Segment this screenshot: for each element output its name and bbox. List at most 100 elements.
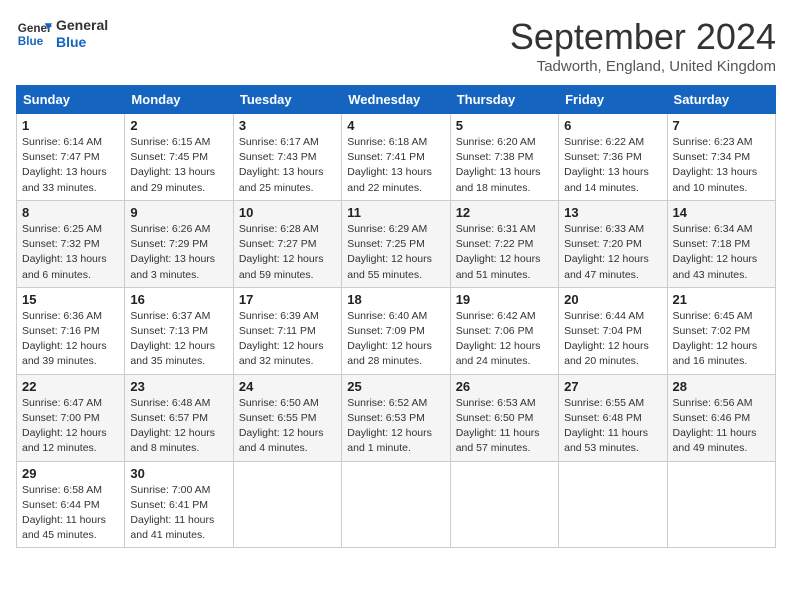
day-detail: Sunrise: 6:31 AM Sunset: 7:22 PM Dayligh… <box>456 222 553 283</box>
week-row-4: 22 Sunrise: 6:47 AM Sunset: 7:00 PM Dayli… <box>17 374 776 461</box>
day-number: 20 <box>564 292 661 307</box>
day-detail: Sunrise: 6:18 AM Sunset: 7:41 PM Dayligh… <box>347 135 444 196</box>
day-detail: Sunrise: 6:23 AM Sunset: 7:34 PM Dayligh… <box>673 135 770 196</box>
col-header-thursday: Thursday <box>450 86 558 114</box>
day-detail: Sunrise: 6:55 AM Sunset: 6:48 PM Dayligh… <box>564 396 661 457</box>
day-number: 8 <box>22 205 119 220</box>
day-cell: 23 Sunrise: 6:48 AM Sunset: 6:57 PM Dayli… <box>125 374 233 461</box>
day-detail: Sunrise: 6:58 AM Sunset: 6:44 PM Dayligh… <box>22 483 119 544</box>
week-row-3: 15 Sunrise: 6:36 AM Sunset: 7:16 PM Dayli… <box>17 287 776 374</box>
col-header-monday: Monday <box>125 86 233 114</box>
day-cell: 30Sunrise: 7:00 AM Sunset: 6:41 PM Dayli… <box>125 461 233 548</box>
col-header-tuesday: Tuesday <box>233 86 341 114</box>
day-number: 26 <box>456 379 553 394</box>
day-number: 5 <box>456 118 553 133</box>
day-cell: 11 Sunrise: 6:29 AM Sunset: 7:25 PM Dayli… <box>342 200 450 287</box>
week-row-1: 1 Sunrise: 6:14 AM Sunset: 7:47 PM Daylig… <box>17 114 776 201</box>
day-cell <box>559 461 667 548</box>
day-number: 6 <box>564 118 661 133</box>
calendar-header-row: SundayMondayTuesdayWednesdayThursdayFrid… <box>17 86 776 114</box>
col-header-friday: Friday <box>559 86 667 114</box>
day-detail: Sunrise: 6:53 AM Sunset: 6:50 PM Dayligh… <box>456 396 553 457</box>
day-number: 11 <box>347 205 444 220</box>
day-cell: 3 Sunrise: 6:17 AM Sunset: 7:43 PM Daylig… <box>233 114 341 201</box>
week-row-2: 8 Sunrise: 6:25 AM Sunset: 7:32 PM Daylig… <box>17 200 776 287</box>
day-detail: Sunrise: 6:56 AM Sunset: 6:46 PM Dayligh… <box>673 396 770 457</box>
day-detail: Sunrise: 6:48 AM Sunset: 6:57 PM Dayligh… <box>130 396 227 457</box>
day-cell: 8 Sunrise: 6:25 AM Sunset: 7:32 PM Daylig… <box>17 200 125 287</box>
day-number: 15 <box>22 292 119 307</box>
day-detail: Sunrise: 6:52 AM Sunset: 6:53 PM Dayligh… <box>347 396 444 457</box>
day-detail: Sunrise: 6:28 AM Sunset: 7:27 PM Dayligh… <box>239 222 336 283</box>
day-number: 27 <box>564 379 661 394</box>
svg-text:Blue: Blue <box>18 35 44 48</box>
day-number: 19 <box>456 292 553 307</box>
day-detail: Sunrise: 6:47 AM Sunset: 7:00 PM Dayligh… <box>22 396 119 457</box>
day-cell <box>233 461 341 548</box>
day-detail: Sunrise: 6:40 AM Sunset: 7:09 PM Dayligh… <box>347 309 444 370</box>
day-detail: Sunrise: 6:26 AM Sunset: 7:29 PM Dayligh… <box>130 222 227 283</box>
day-cell <box>342 461 450 548</box>
day-detail: Sunrise: 6:50 AM Sunset: 6:55 PM Dayligh… <box>239 396 336 457</box>
day-cell: 24 Sunrise: 6:50 AM Sunset: 6:55 PM Dayli… <box>233 374 341 461</box>
day-cell <box>667 461 775 548</box>
day-number: 10 <box>239 205 336 220</box>
day-cell: 25 Sunrise: 6:52 AM Sunset: 6:53 PM Dayli… <box>342 374 450 461</box>
day-number: 30 <box>130 466 227 481</box>
day-number: 23 <box>130 379 227 394</box>
day-cell: 4 Sunrise: 6:18 AM Sunset: 7:41 PM Daylig… <box>342 114 450 201</box>
day-detail: Sunrise: 6:20 AM Sunset: 7:38 PM Dayligh… <box>456 135 553 196</box>
day-cell: 27 Sunrise: 6:55 AM Sunset: 6:48 PM Dayli… <box>559 374 667 461</box>
day-detail: Sunrise: 6:39 AM Sunset: 7:11 PM Dayligh… <box>239 309 336 370</box>
day-number: 18 <box>347 292 444 307</box>
day-cell: 6 Sunrise: 6:22 AM Sunset: 7:36 PM Daylig… <box>559 114 667 201</box>
day-detail: Sunrise: 6:45 AM Sunset: 7:02 PM Dayligh… <box>673 309 770 370</box>
day-detail: Sunrise: 6:14 AM Sunset: 7:47 PM Dayligh… <box>22 135 119 196</box>
day-cell: 13Sunrise: 6:33 AM Sunset: 7:20 PM Dayli… <box>559 200 667 287</box>
location-title: Tadworth, England, United Kingdom <box>510 58 776 75</box>
day-detail: Sunrise: 6:22 AM Sunset: 7:36 PM Dayligh… <box>564 135 661 196</box>
day-detail: Sunrise: 6:42 AM Sunset: 7:06 PM Dayligh… <box>456 309 553 370</box>
day-cell: 22 Sunrise: 6:47 AM Sunset: 7:00 PM Dayli… <box>17 374 125 461</box>
day-detail: Sunrise: 6:15 AM Sunset: 7:45 PM Dayligh… <box>130 135 227 196</box>
col-header-sunday: Sunday <box>17 86 125 114</box>
day-detail: Sunrise: 6:29 AM Sunset: 7:25 PM Dayligh… <box>347 222 444 283</box>
day-detail: Sunrise: 6:37 AM Sunset: 7:13 PM Dayligh… <box>130 309 227 370</box>
day-cell: 15 Sunrise: 6:36 AM Sunset: 7:16 PM Dayli… <box>17 287 125 374</box>
day-number: 28 <box>673 379 770 394</box>
day-number: 1 <box>22 118 119 133</box>
day-number: 7 <box>673 118 770 133</box>
col-header-wednesday: Wednesday <box>342 86 450 114</box>
logo: General Blue General Blue <box>16 16 108 52</box>
day-cell: 1 Sunrise: 6:14 AM Sunset: 7:47 PM Daylig… <box>17 114 125 201</box>
logo-general: General <box>56 17 108 34</box>
week-row-5: 29Sunrise: 6:58 AM Sunset: 6:44 PM Dayli… <box>17 461 776 548</box>
day-detail: Sunrise: 6:34 AM Sunset: 7:18 PM Dayligh… <box>673 222 770 283</box>
day-number: 24 <box>239 379 336 394</box>
logo-icon: General Blue <box>16 16 52 52</box>
day-cell: 21Sunrise: 6:45 AM Sunset: 7:02 PM Dayli… <box>667 287 775 374</box>
day-cell: 17 Sunrise: 6:39 AM Sunset: 7:11 PM Dayli… <box>233 287 341 374</box>
day-detail: Sunrise: 6:36 AM Sunset: 7:16 PM Dayligh… <box>22 309 119 370</box>
day-cell: 9 Sunrise: 6:26 AM Sunset: 7:29 PM Daylig… <box>125 200 233 287</box>
day-detail: Sunrise: 6:33 AM Sunset: 7:20 PM Dayligh… <box>564 222 661 283</box>
day-cell: 5 Sunrise: 6:20 AM Sunset: 7:38 PM Daylig… <box>450 114 558 201</box>
day-number: 4 <box>347 118 444 133</box>
title-area: September 2024 Tadworth, England, United… <box>510 16 776 75</box>
day-cell: 7 Sunrise: 6:23 AM Sunset: 7:34 PM Daylig… <box>667 114 775 201</box>
day-number: 12 <box>456 205 553 220</box>
day-detail: Sunrise: 6:25 AM Sunset: 7:32 PM Dayligh… <box>22 222 119 283</box>
logo-blue: Blue <box>56 34 108 51</box>
day-number: 22 <box>22 379 119 394</box>
day-number: 25 <box>347 379 444 394</box>
day-number: 17 <box>239 292 336 307</box>
day-cell: 19 Sunrise: 6:42 AM Sunset: 7:06 PM Dayli… <box>450 287 558 374</box>
day-cell: 2Sunrise: 6:15 AM Sunset: 7:45 PM Daylig… <box>125 114 233 201</box>
day-cell: 10 Sunrise: 6:28 AM Sunset: 7:27 PM Dayli… <box>233 200 341 287</box>
day-detail: Sunrise: 6:17 AM Sunset: 7:43 PM Dayligh… <box>239 135 336 196</box>
day-cell: 26 Sunrise: 6:53 AM Sunset: 6:50 PM Dayli… <box>450 374 558 461</box>
calendar-table: SundayMondayTuesdayWednesdayThursdayFrid… <box>16 85 776 548</box>
day-number: 3 <box>239 118 336 133</box>
day-number: 9 <box>130 205 227 220</box>
day-cell: 29Sunrise: 6:58 AM Sunset: 6:44 PM Dayli… <box>17 461 125 548</box>
